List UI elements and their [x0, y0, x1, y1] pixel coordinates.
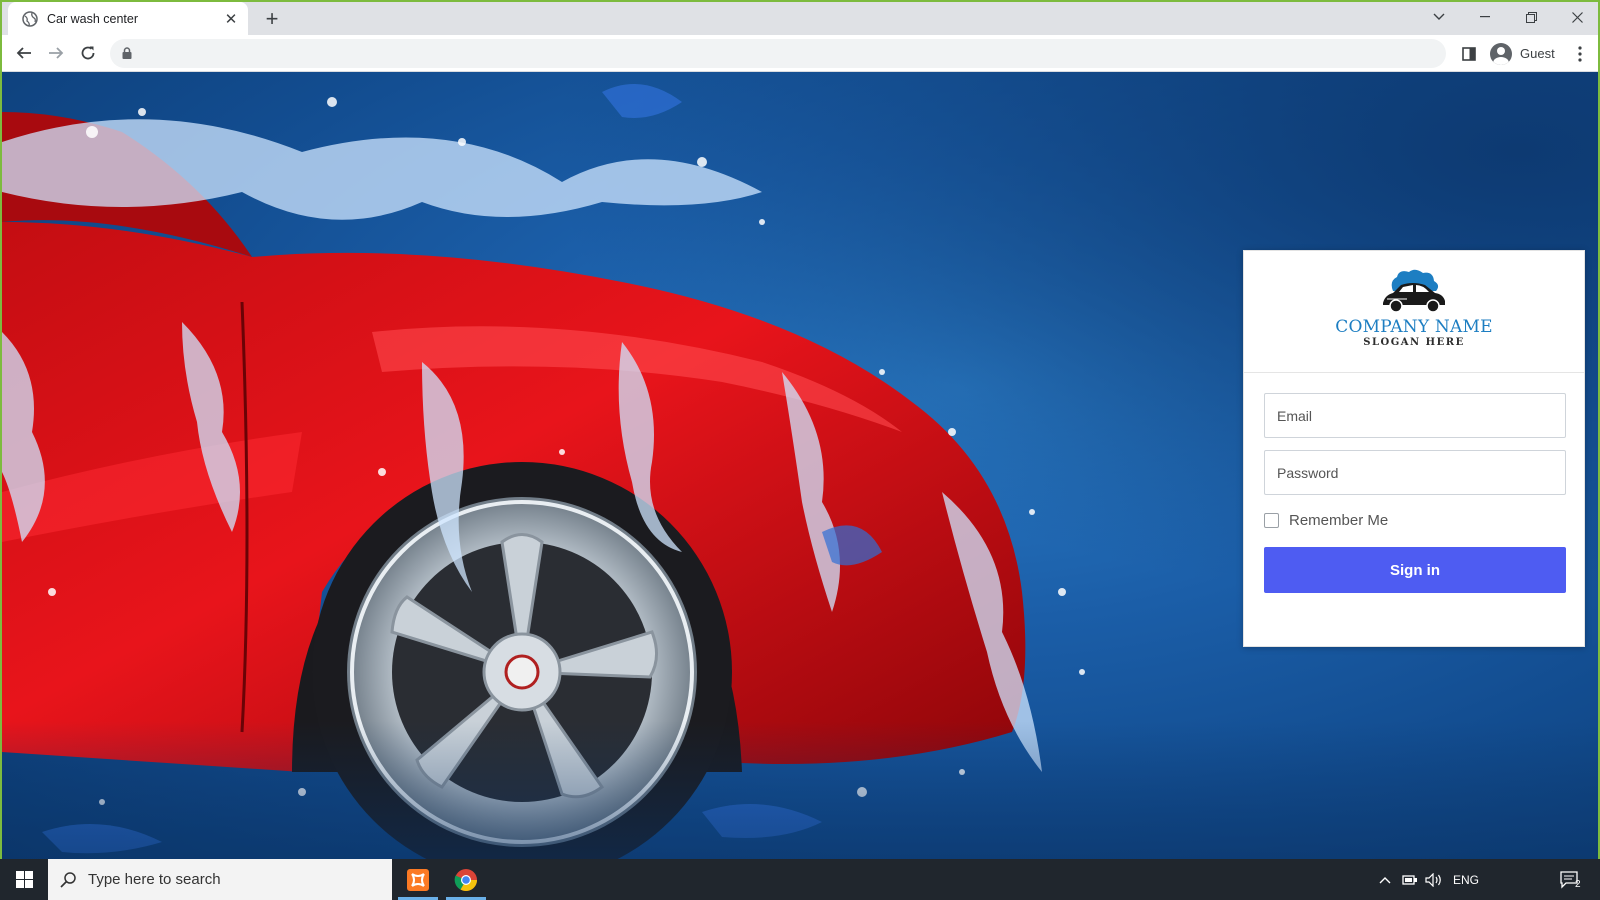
profile-name: Guest [1520, 46, 1555, 61]
tab-title: Car wash center [47, 11, 139, 26]
minimize-button[interactable] [1462, 2, 1508, 32]
remember-me-label: Remember Me [1289, 511, 1389, 529]
browser-window: Car wash center ✕ + Guest COMPANY NAME S… [0, 0, 1600, 859]
new-tab-button[interactable]: + [260, 6, 284, 31]
network-icon [1402, 874, 1417, 885]
password-field[interactable] [1264, 450, 1566, 495]
tab-car-wash-center[interactable]: Car wash center ✕ [8, 2, 248, 35]
login-form: Remember Me Sign in [1244, 373, 1584, 613]
chevron-down-icon [1433, 13, 1445, 20]
profile-button[interactable]: Guest [1486, 39, 1562, 68]
arrow-right-icon [49, 47, 64, 59]
restore-button[interactable] [1508, 2, 1554, 32]
notification-count-badge: 2 [1575, 879, 1581, 890]
page-viewport: COMPANY NAME SLOGAN HERE Remember Me Sig… [2, 72, 1598, 859]
login-card-header: COMPANY NAME SLOGAN HERE [1244, 251, 1584, 373]
close-window-button[interactable] [1554, 2, 1598, 32]
side-panel-icon [1462, 47, 1476, 61]
volume-icon [1425, 872, 1441, 887]
browser-menu-button[interactable] [1570, 43, 1590, 65]
more-vertical-icon [1578, 46, 1582, 62]
email-input[interactable] [1265, 394, 1565, 437]
chrome-icon [454, 868, 477, 891]
restore-icon [1525, 11, 1537, 23]
forward-button[interactable] [42, 39, 70, 67]
url-input[interactable] [144, 39, 1434, 68]
reload-button[interactable] [74, 39, 102, 67]
notifications-button[interactable]: 2 [1550, 859, 1590, 900]
globe-icon [22, 10, 38, 27]
volume-tray-button[interactable] [1422, 859, 1446, 900]
taskbar-search-placeholder: Type here to search [88, 871, 221, 888]
back-button[interactable] [10, 39, 38, 67]
arrow-left-icon [16, 47, 31, 59]
remember-me-row[interactable]: Remember Me [1264, 507, 1564, 533]
address-bar[interactable] [110, 39, 1446, 68]
close-tab-icon[interactable]: ✕ [220, 8, 242, 30]
lock-icon [122, 47, 132, 59]
chevron-up-icon [1379, 876, 1391, 883]
windows-taskbar: Type here to search ENG 2 [0, 859, 1600, 900]
language-indicator[interactable]: ENG [1446, 859, 1486, 900]
minimize-icon [1480, 16, 1490, 18]
floor-reflection [2, 721, 1598, 859]
tab-strip: Car wash center ✕ + [2, 2, 1598, 35]
xampp-icon [407, 868, 429, 891]
browser-toolbar: Guest [2, 35, 1598, 72]
login-card: COMPANY NAME SLOGAN HERE Remember Me Sig… [1243, 250, 1585, 647]
windows-logo-icon [15, 871, 33, 888]
tab-search-button[interactable] [1416, 2, 1462, 32]
taskbar-chrome-app[interactable] [442, 859, 490, 900]
network-tray-button[interactable] [1398, 859, 1422, 900]
remember-me-checkbox[interactable] [1264, 512, 1279, 528]
search-icon [60, 871, 76, 888]
close-icon [1571, 11, 1583, 23]
avatar-icon [1490, 42, 1512, 65]
email-field[interactable] [1264, 393, 1566, 438]
company-name: COMPANY NAME [1335, 317, 1493, 337]
slogan: SLOGAN HERE [1363, 337, 1465, 348]
sign-in-button[interactable]: Sign in [1264, 547, 1566, 593]
side-panel-button[interactable] [1458, 43, 1480, 65]
start-button[interactable] [0, 859, 48, 900]
password-input[interactable] [1265, 451, 1565, 494]
reload-icon [81, 46, 95, 60]
car-wash-logo [1383, 269, 1445, 313]
taskbar-xampp-app[interactable] [394, 859, 442, 900]
taskbar-search[interactable]: Type here to search [48, 859, 392, 900]
show-hidden-icons-button[interactable] [1374, 859, 1396, 900]
